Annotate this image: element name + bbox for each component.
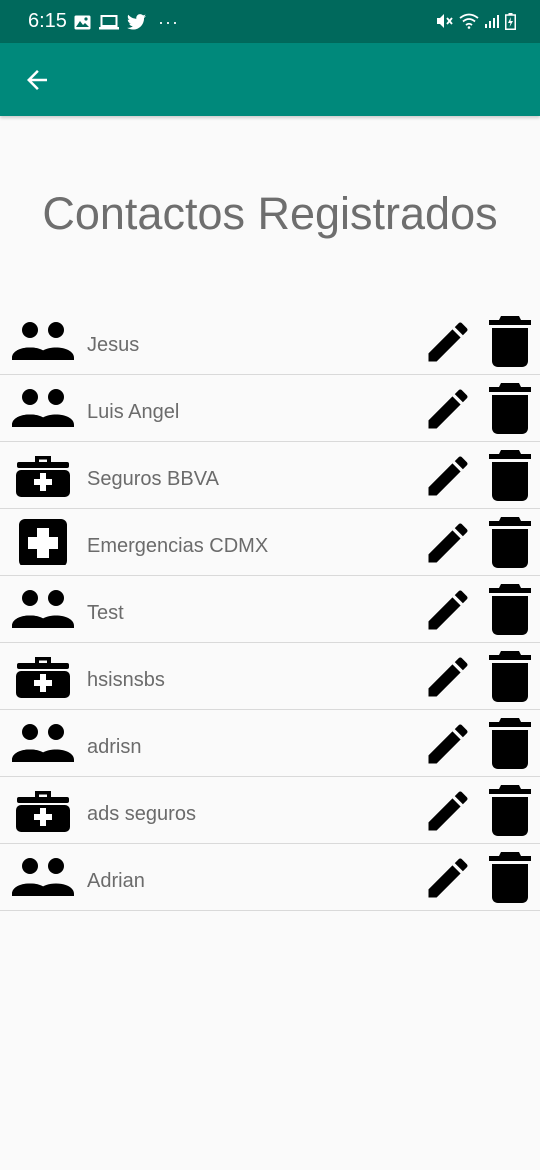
- trash-icon: [488, 316, 532, 368]
- status-bar: 6:15 ···: [0, 0, 540, 43]
- contact-name: Adrian: [87, 870, 145, 892]
- people-icon: [12, 385, 74, 431]
- laptop-icon: [99, 14, 119, 30]
- contact-row[interactable]: Seguros BBVA: [0, 442, 540, 509]
- pencil-icon: [422, 517, 474, 569]
- pencil-icon: [422, 383, 474, 435]
- delete-contact-button[interactable]: [488, 651, 532, 703]
- contact-row[interactable]: Jesus: [0, 308, 540, 375]
- pencil-icon: [422, 584, 474, 636]
- contact-row[interactable]: Adrian: [0, 844, 540, 911]
- contact-row[interactable]: ads seguros: [0, 777, 540, 844]
- contact-row[interactable]: Luis Angel: [0, 375, 540, 442]
- back-button[interactable]: [22, 65, 52, 95]
- trash-icon: [488, 450, 532, 502]
- contact-row[interactable]: Emergencias CDMX: [0, 509, 540, 576]
- twitter-icon: [127, 14, 146, 30]
- contact-name: adrisn: [87, 736, 142, 758]
- trash-icon: [488, 517, 532, 569]
- contact-row[interactable]: adrisn: [0, 710, 540, 777]
- contact-name: ads seguros: [87, 803, 196, 825]
- delete-contact-button[interactable]: [488, 785, 532, 837]
- trash-icon: [488, 383, 532, 435]
- pencil-icon: [422, 852, 474, 904]
- pencil-icon: [422, 651, 474, 703]
- delete-contact-button[interactable]: [488, 450, 532, 502]
- mute-icon: [436, 13, 454, 29]
- more-notifications-indicator: ···: [158, 12, 179, 32]
- edit-contact-button[interactable]: [422, 584, 474, 636]
- notification-icons: ···: [74, 12, 187, 32]
- edit-contact-button[interactable]: [422, 316, 474, 368]
- contact-name: hsisnsbs: [87, 669, 165, 691]
- trash-icon: [488, 718, 532, 770]
- delete-contact-button[interactable]: [488, 718, 532, 770]
- contact-name: Seguros BBVA: [87, 468, 219, 490]
- system-icons: [431, 11, 516, 31]
- pencil-icon: [422, 785, 474, 837]
- signal-icon: [484, 13, 500, 29]
- contact-name: Test: [87, 602, 124, 624]
- delete-contact-button[interactable]: [488, 316, 532, 368]
- page-title: Contactos Registrados: [42, 188, 498, 239]
- contact-name: Emergencias CDMX: [87, 535, 269, 557]
- contact-row[interactable]: hsisnsbs: [0, 643, 540, 710]
- contact-name: Luis Angel: [87, 401, 180, 423]
- wifi-icon: [459, 13, 479, 29]
- edit-contact-button[interactable]: [422, 383, 474, 435]
- battery-icon: [505, 12, 516, 30]
- contact-name: Jesus: [87, 334, 140, 356]
- pencil-icon: [422, 450, 474, 502]
- contact-list: Jesus Luis Angel Seguros BBVA Emergencias C…: [0, 308, 540, 911]
- people-icon: [12, 586, 74, 632]
- edit-contact-button[interactable]: [422, 517, 474, 569]
- edit-contact-button[interactable]: [422, 852, 474, 904]
- medical-kit-icon: [12, 452, 74, 498]
- edit-contact-button[interactable]: [422, 785, 474, 837]
- app-bar: [0, 43, 540, 116]
- arrow-left-icon: [22, 65, 52, 95]
- people-icon: [12, 720, 74, 766]
- delete-contact-button[interactable]: [488, 517, 532, 569]
- trash-icon: [488, 584, 532, 636]
- people-icon: [12, 318, 74, 364]
- trash-icon: [488, 785, 532, 837]
- edit-contact-button[interactable]: [422, 651, 474, 703]
- contact-row[interactable]: Test: [0, 576, 540, 643]
- status-time: 6:15: [28, 10, 67, 32]
- edit-contact-button[interactable]: [422, 718, 474, 770]
- people-icon: [12, 854, 74, 900]
- trash-icon: [488, 852, 532, 904]
- delete-contact-button[interactable]: [488, 383, 532, 435]
- edit-contact-button[interactable]: [422, 450, 474, 502]
- pencil-icon: [422, 718, 474, 770]
- medical-kit-icon: [12, 653, 74, 699]
- gallery-icon: [74, 15, 91, 30]
- hospital-cross-icon: [12, 519, 74, 565]
- medical-kit-icon: [12, 787, 74, 833]
- trash-icon: [488, 651, 532, 703]
- pencil-icon: [422, 316, 474, 368]
- delete-contact-button[interactable]: [488, 852, 532, 904]
- delete-contact-button[interactable]: [488, 584, 532, 636]
